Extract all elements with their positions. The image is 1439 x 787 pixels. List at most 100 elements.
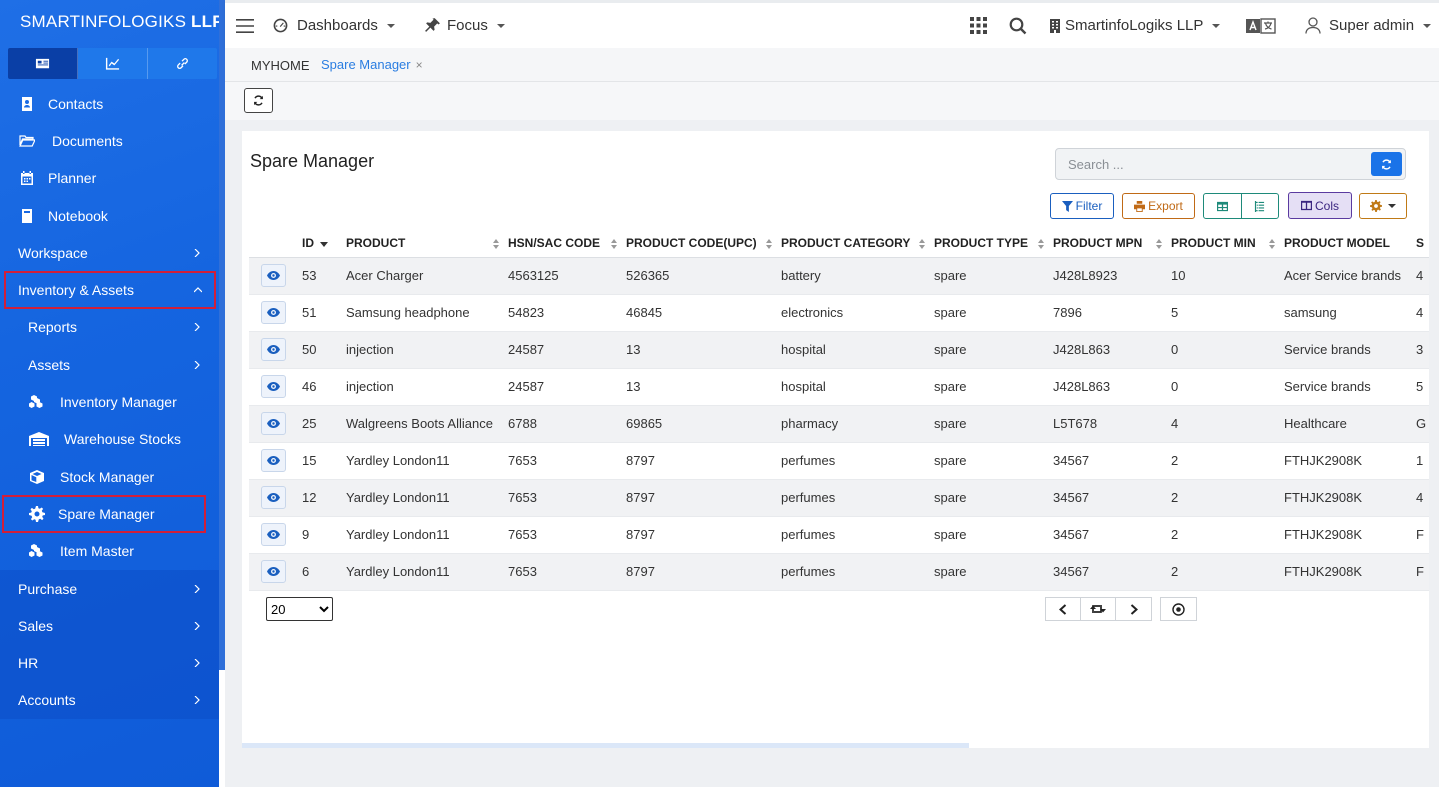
tab-myhome[interactable]: MYHOME <box>251 58 310 73</box>
cell-type: spare <box>934 294 1053 332</box>
sidebar-item-accounts[interactable]: Accounts <box>0 682 225 719</box>
mode-tab-links[interactable] <box>148 48 217 79</box>
sort-icon <box>1156 239 1163 249</box>
cell-id: 9 <box>302 516 346 554</box>
table-row[interactable]: 6 Yardley London11 7653 8797 perfumes spare 34… <box>249 553 1429 591</box>
prev-page-button[interactable] <box>1046 598 1081 620</box>
brand-logo[interactable]: SMARTINFOLOGIKS LLP <box>0 0 225 44</box>
cell-mpn: 7896 <box>1053 294 1171 332</box>
sidebar-item-documents[interactable]: Documents <box>0 122 225 159</box>
mode-tab-cards[interactable] <box>8 48 78 79</box>
user-menu[interactable]: Super admin <box>1305 3 1432 48</box>
cell-min: 0 <box>1171 331 1284 369</box>
tab-spare-manager[interactable]: Spare Manager × <box>321 57 423 72</box>
view-record-button[interactable] <box>261 338 286 361</box>
grid-view-button[interactable] <box>1204 194 1242 218</box>
spare-manager-panel: Spare Manager Filter Export Cols <box>242 131 1429 748</box>
horizontal-scrollbar[interactable] <box>242 743 969 748</box>
column-header-product[interactable]: PRODUCT <box>346 230 508 258</box>
cell-actions <box>249 405 302 443</box>
sidebar-item-spare-manager[interactable]: Spare Manager <box>2 495 206 533</box>
column-header-id[interactable]: ID <box>302 230 346 258</box>
sidebar-item-contacts[interactable]: Contacts <box>0 85 225 122</box>
sidebar-item-inventory-manager[interactable]: Inventory Manager <box>0 383 225 420</box>
dashboards-menu[interactable]: Dashboards <box>272 3 395 48</box>
sidebar-item-hr[interactable]: HR <box>0 644 225 681</box>
view-record-button[interactable] <box>261 486 286 509</box>
table-header-row: ID PRODUCT HSN/SAC CODE PRODUCT CODE(UPC… <box>249 230 1429 258</box>
search-reload-button[interactable] <box>1371 152 1402 176</box>
sidebar-scrollbar-thumb[interactable] <box>219 670 225 787</box>
view-record-button[interactable] <box>261 523 286 546</box>
cell-min: 2 <box>1171 516 1284 554</box>
sidebar-item-label: Inventory Manager <box>60 394 177 411</box>
export-button[interactable]: Export <box>1122 193 1195 219</box>
language-button[interactable] <box>1246 3 1276 48</box>
column-header-category[interactable]: PRODUCT CATEGORY <box>781 230 934 258</box>
building-icon <box>1050 18 1060 33</box>
table-row[interactable]: 46 injection 24587 13 hospital spare J428L863 0… <box>249 368 1429 406</box>
sidebar-item-sales[interactable]: Sales <box>0 607 225 644</box>
mode-tab-charts[interactable] <box>78 48 148 79</box>
sidebar-item-planner[interactable]: Planner <box>0 160 225 197</box>
sidebar-item-purchase[interactable]: Purchase <box>0 570 225 607</box>
table-row[interactable]: 12 Yardley London11 7653 8797 perfumes spare 3… <box>249 479 1429 517</box>
column-header-model[interactable]: PRODUCT MODEL <box>1284 230 1416 258</box>
cell-type: spare <box>934 442 1053 480</box>
table-row[interactable]: 9 Yardley London11 7653 8797 perfumes spare 34… <box>249 516 1429 554</box>
sidebar-item-item-master[interactable]: Item Master <box>0 533 225 570</box>
sidebar-item-label: Notebook <box>48 207 108 224</box>
cell-hsn: 4563125 <box>508 257 626 295</box>
view-record-button[interactable] <box>261 264 286 287</box>
tree-view-button[interactable] <box>1242 194 1279 218</box>
hamburger-menu-button[interactable] <box>236 3 254 48</box>
page-target-button[interactable] <box>1161 598 1196 620</box>
cell-upc: 69865 <box>626 405 781 443</box>
cell-product: Samsung headphone <box>346 294 508 332</box>
focus-menu[interactable]: Focus <box>424 3 505 48</box>
sidebar-item-stock-manager[interactable]: Stock Manager <box>0 458 225 495</box>
view-record-button[interactable] <box>261 375 286 398</box>
close-icon[interactable]: × <box>416 58 423 72</box>
cell-min: 4 <box>1171 405 1284 443</box>
cell-upc: 13 <box>626 368 781 406</box>
reload-page-button[interactable] <box>244 88 273 113</box>
table-row[interactable]: 50 injection 24587 13 hospital spare J428L863 0… <box>249 331 1429 369</box>
column-header-min[interactable]: PRODUCT MIN <box>1171 230 1284 258</box>
chevron-down-icon <box>1423 23 1432 28</box>
view-record-button[interactable] <box>261 560 286 583</box>
settings-dropdown-button[interactable] <box>1359 193 1407 219</box>
column-header-more[interactable]: S <box>1416 230 1429 258</box>
next-page-button[interactable] <box>1116 598 1151 620</box>
column-header-upc[interactable]: PRODUCT CODE(UPC) <box>626 230 781 258</box>
global-search-button[interactable] <box>1009 3 1027 48</box>
table-row[interactable]: 51 Samsung headphone 54823 46845 electronics… <box>249 294 1429 332</box>
sidebar-item-inventory-assets[interactable]: Inventory & Assets <box>4 271 216 309</box>
view-record-button[interactable] <box>261 449 286 472</box>
sidebar-item-reports[interactable]: Reports <box>0 309 225 346</box>
column-header-mpn[interactable]: PRODUCT MPN <box>1053 230 1171 258</box>
view-record-button[interactable] <box>261 412 286 435</box>
company-switcher[interactable]: SmartinfoLogiks LLP <box>1050 3 1221 48</box>
cell-mpn: 34567 <box>1053 442 1171 480</box>
filter-button[interactable]: Filter <box>1050 193 1114 219</box>
columns-button[interactable]: Cols <box>1288 192 1352 219</box>
apps-grid-button[interactable] <box>970 3 987 48</box>
page-size-select[interactable]: 20 <box>266 597 333 621</box>
table-row[interactable]: 53 Acer Charger 4563125 526365 battery spare J… <box>249 257 1429 295</box>
sidebar-item-warehouse-stocks[interactable]: Warehouse Stocks <box>0 421 225 458</box>
column-header-type[interactable]: PRODUCT TYPE <box>934 230 1053 258</box>
table-row[interactable]: 15 Yardley London11 7653 8797 perfumes spare 3… <box>249 442 1429 480</box>
chevron-right-icon <box>194 323 200 332</box>
sidebar-item-assets[interactable]: Assets <box>0 346 225 383</box>
view-record-button[interactable] <box>261 301 286 324</box>
reload-pages-button[interactable] <box>1081 598 1116 620</box>
sidebar-item-notebook[interactable]: Notebook <box>0 197 225 234</box>
table-row[interactable]: 25 Walgreens Boots Alliance 6788 69865 pharm… <box>249 405 1429 443</box>
search-input[interactable] <box>1056 149 1356 179</box>
retweet-icon <box>1090 605 1106 613</box>
user-name: Super admin <box>1329 17 1415 34</box>
cell-category: perfumes <box>781 479 934 517</box>
column-header-hsn[interactable]: HSN/SAC CODE <box>508 230 626 258</box>
sidebar-item-workspace[interactable]: Workspace <box>0 234 225 271</box>
